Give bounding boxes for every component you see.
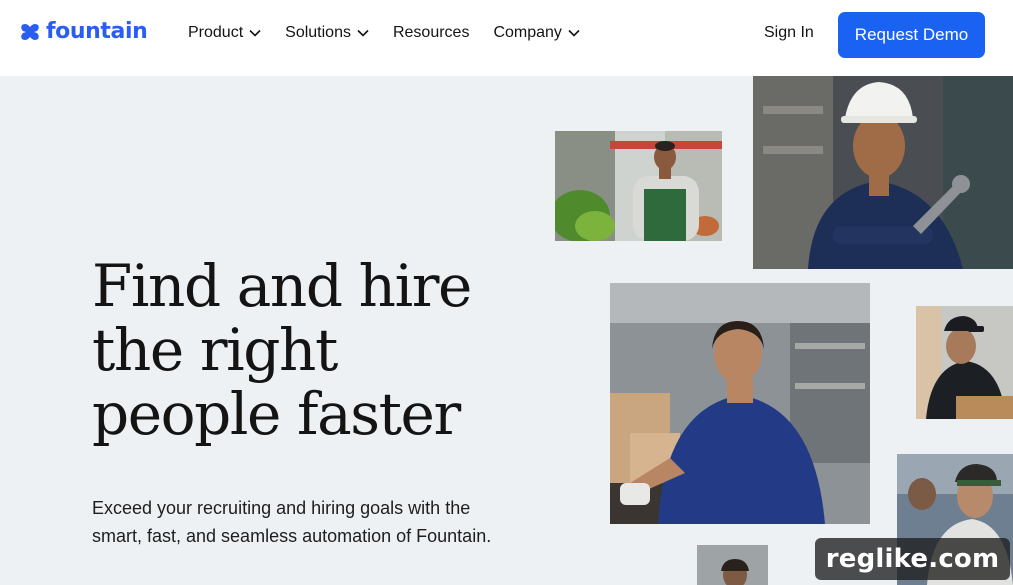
nav-item-label: Company — [493, 24, 562, 41]
photo-grocery-worker — [555, 131, 722, 241]
brand-name: fountain — [46, 19, 148, 44]
hero-title: Find and hire the right people faster — [92, 254, 552, 446]
request-demo-button[interactable]: Request Demo — [838, 12, 985, 58]
brand-logo[interactable]: fountain — [20, 19, 148, 44]
hero-title-line: the right — [92, 316, 338, 384]
hero-subtitle: Exceed your recruiting and hiring goals … — [92, 498, 492, 546]
photo-worker — [697, 545, 768, 585]
chevron-down-icon — [357, 29, 369, 37]
nav-item-label: Resources — [392, 24, 470, 41]
chevron-down-icon — [249, 29, 261, 37]
watermark-badge: reglike.com — [815, 538, 1010, 580]
fountain-logo-icon — [21, 23, 39, 40]
nav-item-resources[interactable]: Resources — [393, 24, 469, 42]
nav-item-solutions[interactable]: Solutions — [285, 24, 369, 42]
nav-item-product[interactable]: Product — [188, 24, 261, 42]
hero-title-line: Find and hire — [92, 252, 472, 320]
nav-menu: Product Solutions Resources Company — [188, 24, 604, 42]
nav-item-label: Product — [188, 24, 244, 41]
nav-item-company[interactable]: Company — [493, 24, 580, 42]
nav-item-label: Solutions — [285, 24, 351, 41]
top-navigation: fountain Product Solutions Resources Com… — [0, 0, 1013, 76]
hero-title-line: people faster — [92, 380, 461, 448]
photo-construction-worker — [753, 76, 1013, 269]
chevron-down-icon — [568, 29, 580, 37]
photo-warehouse-worker — [610, 283, 870, 524]
sign-in-link[interactable]: Sign In — [764, 24, 814, 42]
photo-delivery-worker — [916, 306, 1013, 419]
